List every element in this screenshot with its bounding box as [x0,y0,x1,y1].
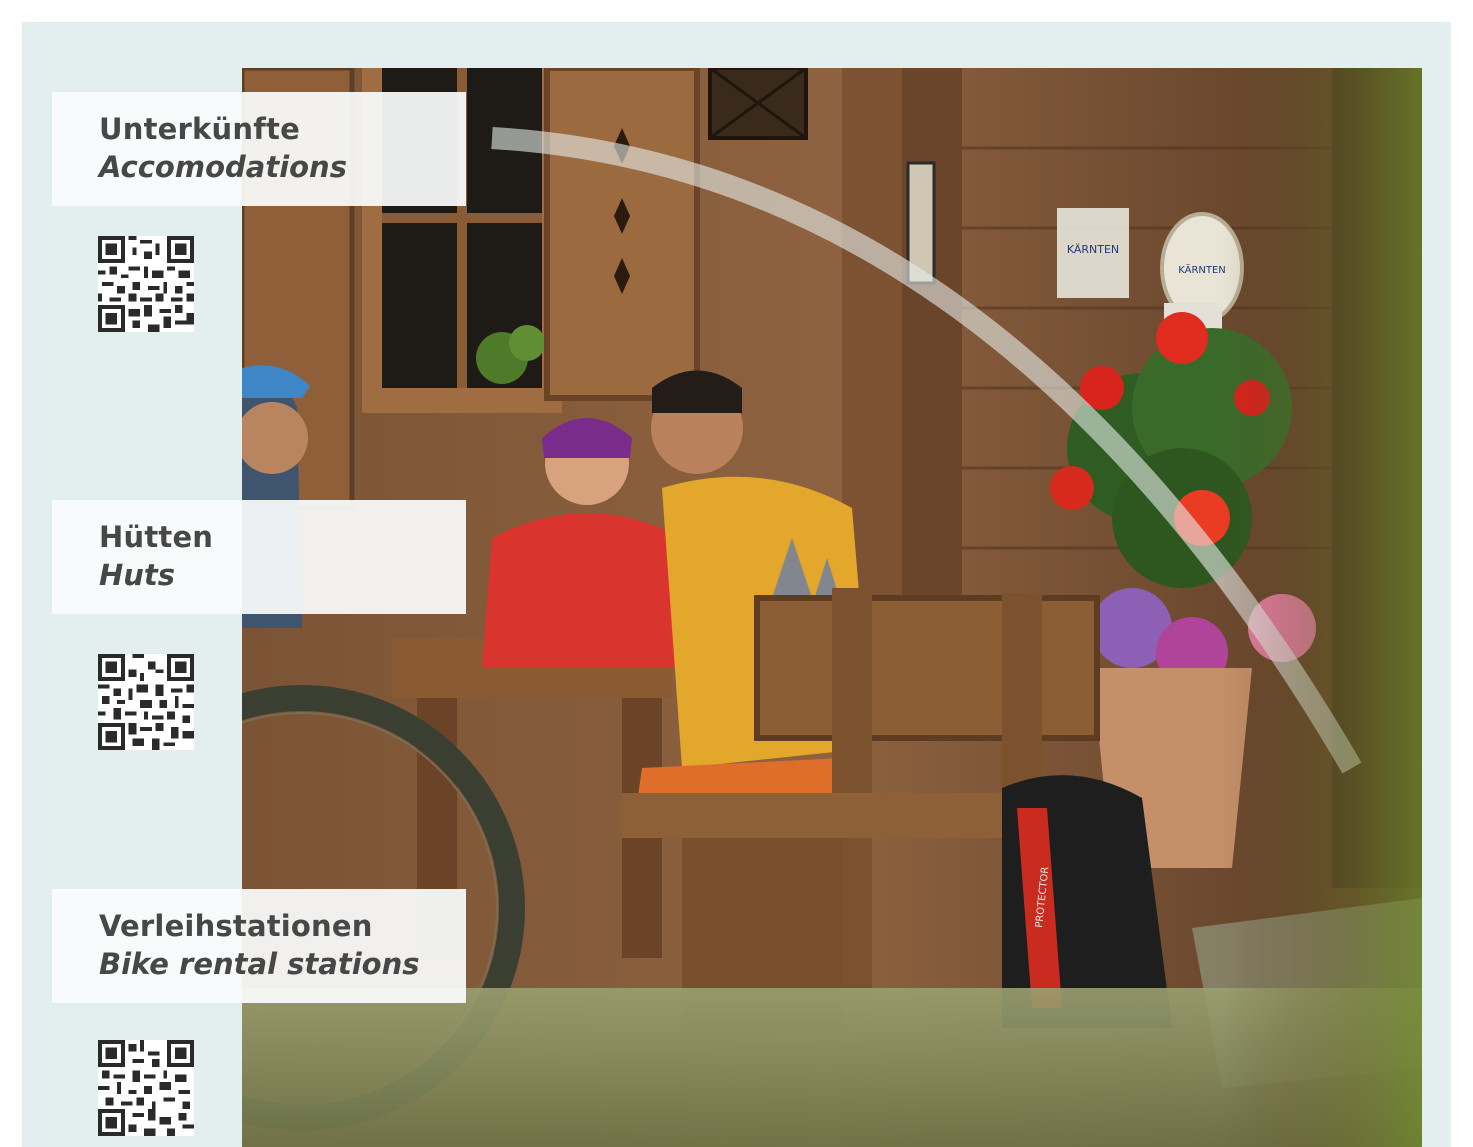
qr-bike-rental [98,1040,194,1136]
qr-code-icon[interactable] [98,236,194,332]
bike-rental-title-de: Verleihstationen [99,909,373,943]
accomodations-title-en: Accomodations [99,150,347,184]
huts-title-en: Huts [99,558,176,592]
accomodations-title-de: Unterkünfte [99,112,300,146]
sign-text-kaernten-2: KÄRNTEN [1178,263,1226,276]
qr-huts [98,654,194,750]
bike-rental-card: Verleihstationen Bike rental stations [52,889,466,1003]
qr-code-icon[interactable] [98,654,194,750]
qr-code-icon[interactable] [98,1040,194,1136]
huts-card: Hütten Huts [52,500,466,614]
page-frame: KÄRNTEN KÄRNTEN PROTECTOR Unterkünfte Ac… [22,22,1451,1147]
bike-rental-title-en: Bike rental stations [99,947,420,981]
huts-title-de: Hütten [99,520,214,554]
sign-text-kaernten: KÄRNTEN [1067,243,1119,256]
qr-accomodations [98,236,194,332]
accomodations-card: Unterkünfte Accomodations [52,92,466,206]
